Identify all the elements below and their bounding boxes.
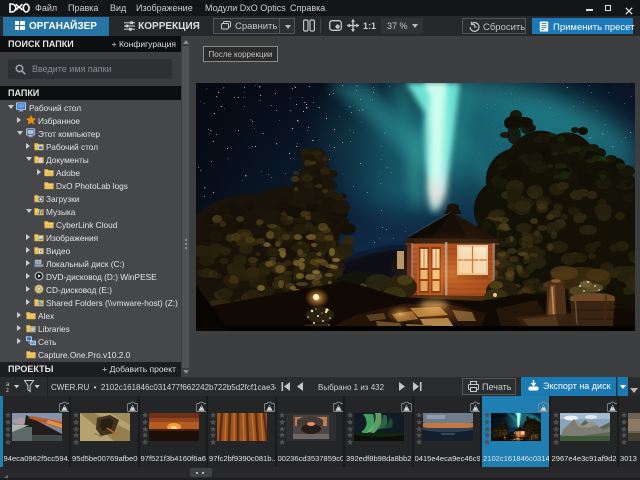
svg-text:z: z bbox=[6, 388, 9, 393]
